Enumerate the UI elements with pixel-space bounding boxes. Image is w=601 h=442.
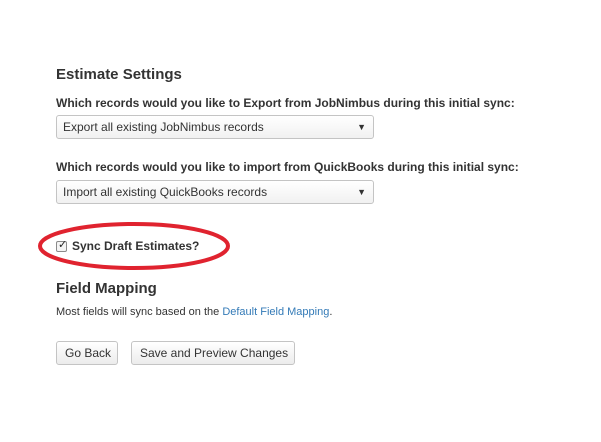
import-question-label: Which records would you like to import f… [56,160,519,174]
export-records-select[interactable]: Export all existing JobNimbus records ▼ [56,115,374,139]
default-field-mapping-link[interactable]: Default Field Mapping [222,306,329,318]
export-question-label: Which records would you like to Export f… [56,96,515,110]
estimate-settings-title: Estimate Settings [56,66,182,83]
help-suffix: . [329,306,333,318]
dropdown-arrow-icon: ▼ [357,187,366,197]
save-and-preview-button[interactable]: Save and Preview Changes [131,341,295,365]
checkmark-icon: ✓ [58,238,68,251]
dropdown-arrow-icon: ▼ [357,122,366,132]
field-mapping-title: Field Mapping [56,280,157,297]
field-mapping-help-text: Most fields will sync based on the Defau… [56,306,332,318]
go-back-button[interactable]: Go Back [56,341,118,365]
import-selected-value: Import all existing QuickBooks records [63,185,268,199]
settings-page: Estimate Settings Which records would yo… [0,0,601,442]
sync-draft-checkbox[interactable]: ✓ [56,238,68,252]
export-selected-value: Export all existing JobNimbus records [63,120,264,134]
import-records-select[interactable]: Import all existing QuickBooks records ▼ [56,180,374,204]
help-prefix: Most fields will sync based on the [56,306,223,318]
sync-draft-label[interactable]: Sync Draft Estimates? [72,239,199,253]
sync-draft-row: ✓ Sync Draft Estimates? [56,238,199,254]
